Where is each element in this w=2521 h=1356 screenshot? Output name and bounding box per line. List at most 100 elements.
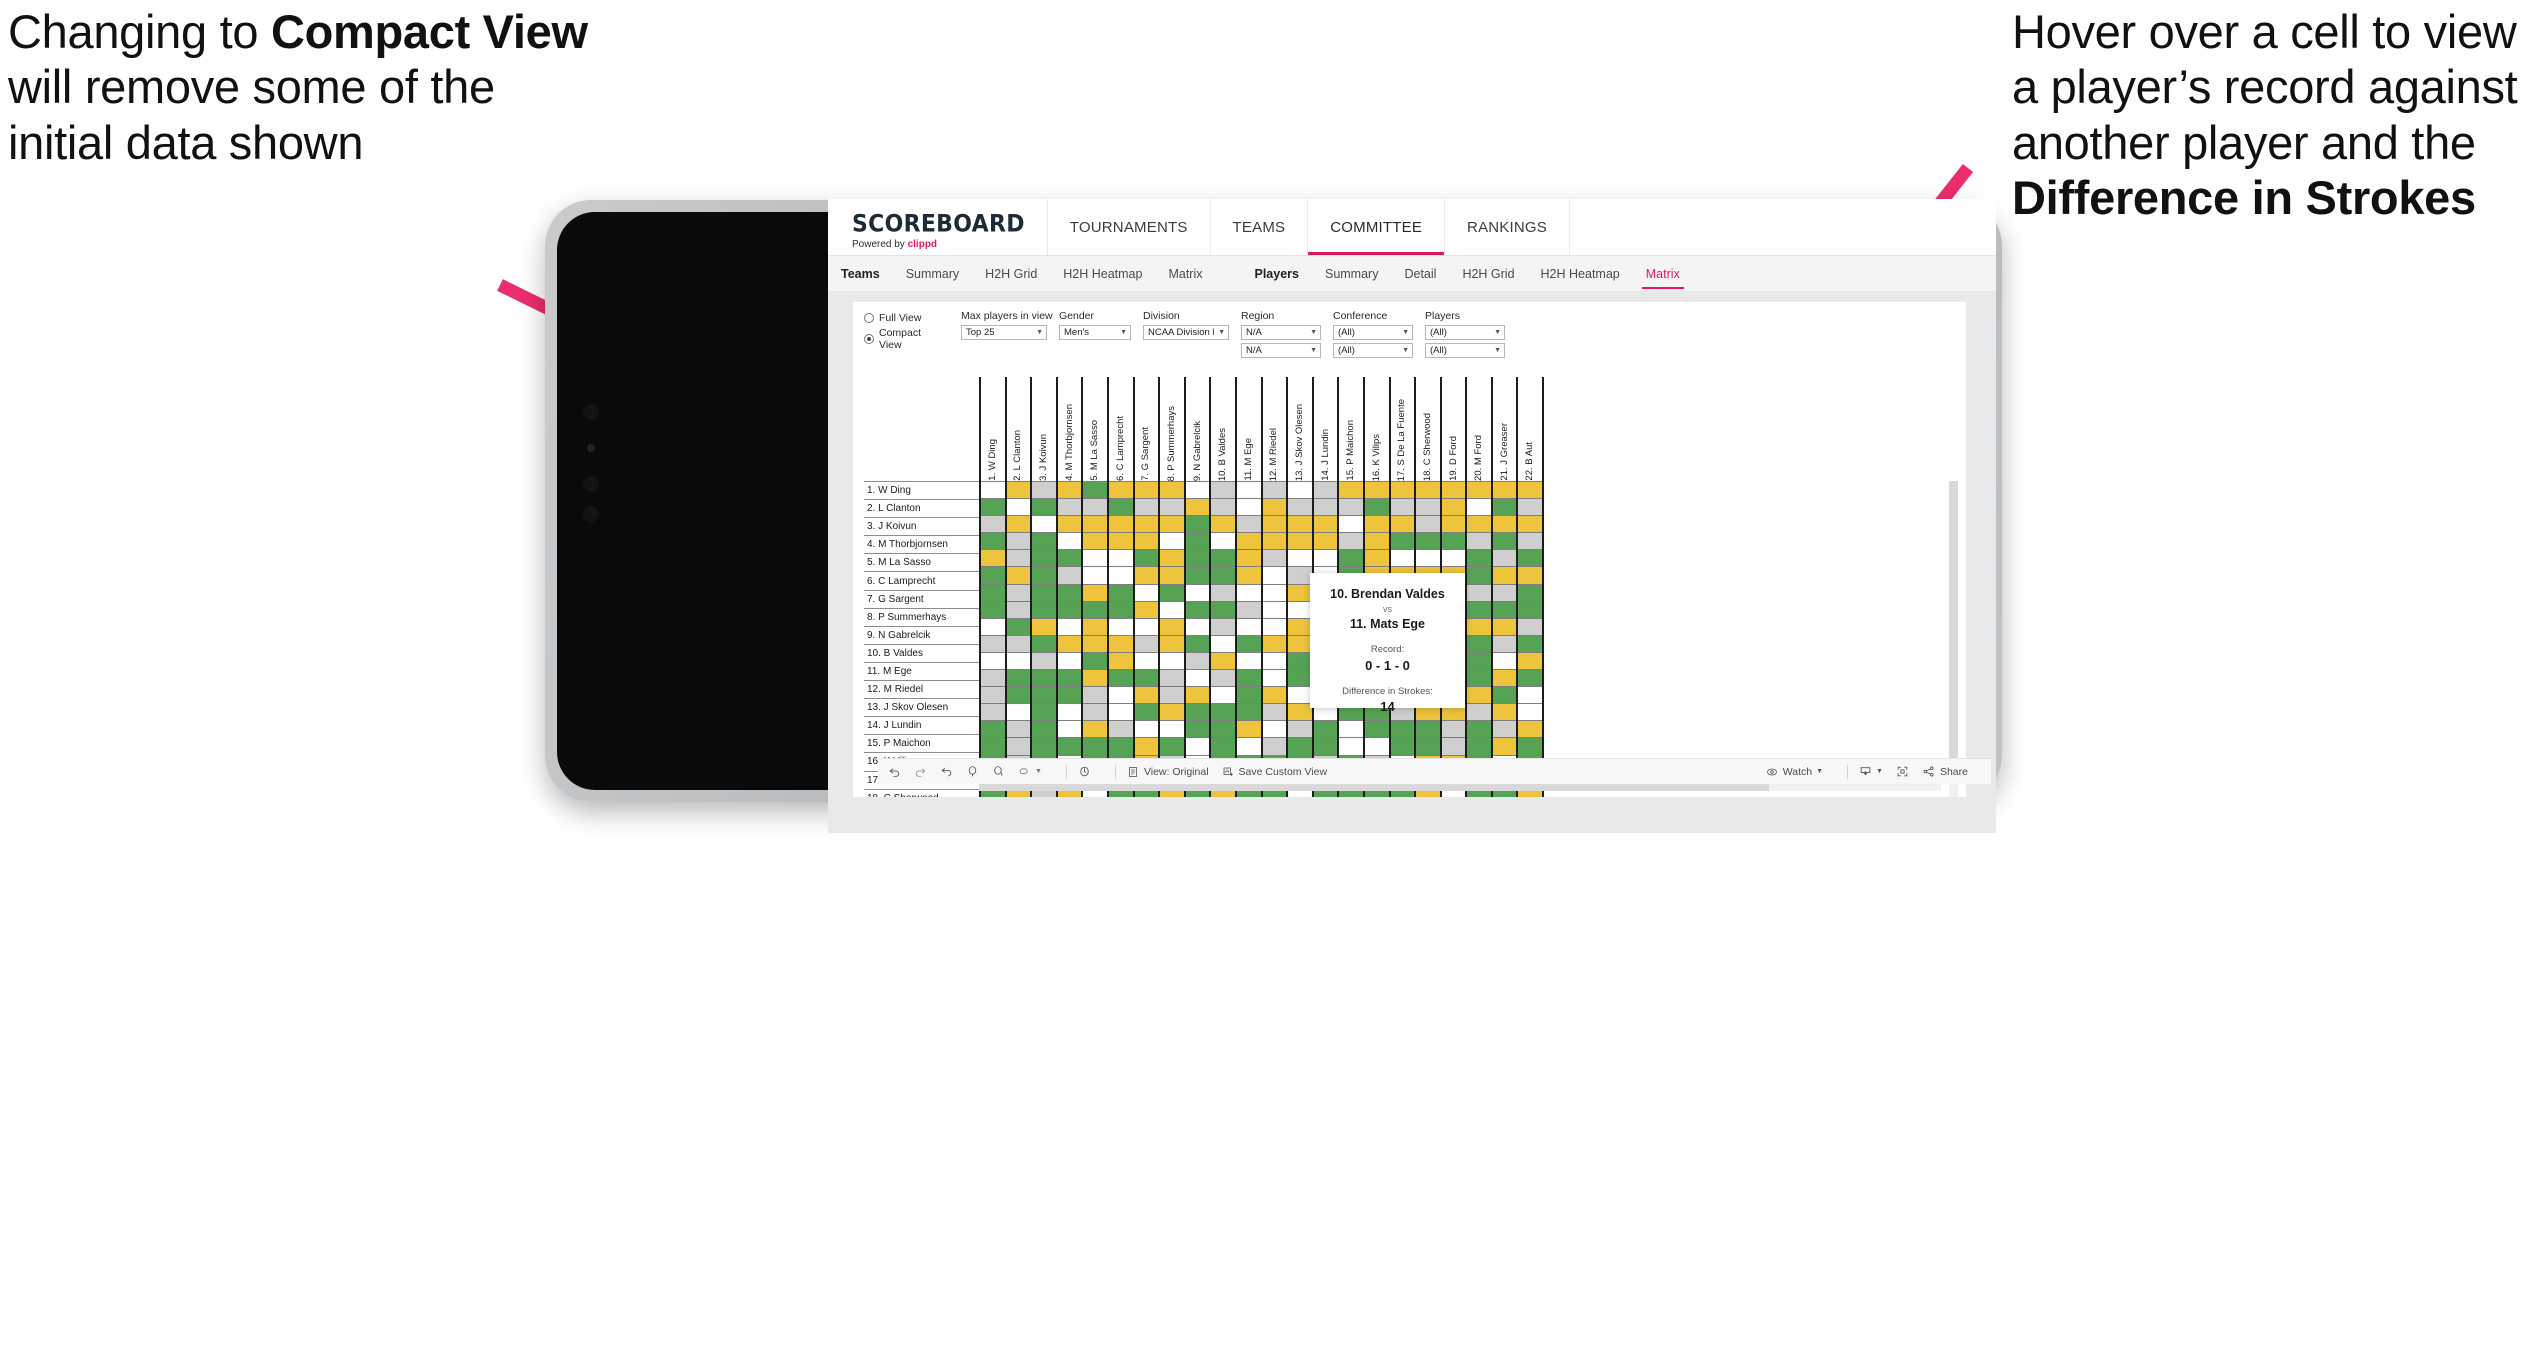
matrix-cell[interactable]	[1032, 566, 1056, 585]
matrix-cell[interactable]	[1288, 634, 1312, 653]
matrix-cell[interactable]	[1313, 737, 1338, 756]
matrix-cell[interactable]	[1467, 549, 1491, 568]
matrix-cell[interactable]	[1185, 481, 1210, 500]
matrix-cell[interactable]	[1236, 651, 1261, 671]
matrix-cell[interactable]	[1032, 532, 1056, 551]
matrix-cell[interactable]	[1108, 617, 1133, 636]
matrix-cell[interactable]	[1032, 703, 1056, 722]
matrix-cell[interactable]	[1236, 634, 1261, 653]
matrix-cell[interactable]	[1134, 549, 1159, 568]
matrix-cell[interactable]	[1211, 737, 1235, 756]
matrix-cell[interactable]	[1108, 481, 1133, 500]
matrix-cell[interactable]	[1160, 566, 1184, 585]
matrix-cell[interactable]	[1134, 651, 1159, 671]
matrix-cell[interactable]	[1057, 634, 1082, 653]
matrix-cell[interactable]	[1006, 532, 1031, 551]
matrix-cell[interactable]	[1108, 686, 1133, 705]
matrix-cell[interactable]	[1492, 481, 1517, 500]
matrix-cell[interactable]	[1006, 498, 1031, 517]
matrix-cell[interactable]	[1492, 720, 1517, 739]
matrix-cell[interactable]	[1262, 600, 1287, 619]
matrix-cell[interactable]	[1236, 532, 1261, 551]
matrix-cell[interactable]	[981, 720, 1005, 739]
matrix-cell[interactable]	[1006, 703, 1031, 722]
matrix-cell[interactable]	[1518, 686, 1543, 705]
matrix-cell[interactable]	[1288, 583, 1312, 602]
matrix-cell[interactable]	[1492, 634, 1517, 653]
matrix-cell[interactable]	[1160, 600, 1184, 619]
matrix-cell[interactable]	[1211, 498, 1235, 517]
matrix-cell[interactable]	[1492, 737, 1517, 756]
matrix-cell[interactable]	[981, 686, 1005, 705]
matrix-cell[interactable]	[1313, 549, 1338, 568]
matrix-cell[interactable]	[1211, 720, 1235, 739]
matrix-cell[interactable]	[1108, 720, 1133, 739]
matrix-cell[interactable]	[981, 583, 1005, 602]
matrix-cell[interactable]	[1364, 498, 1389, 517]
matrix-cell[interactable]	[1057, 515, 1082, 534]
matrix-cell[interactable]	[1364, 720, 1389, 739]
download-button[interactable]: ▼	[1859, 765, 1883, 778]
matrix-cell[interactable]	[1390, 481, 1415, 500]
matrix-cell[interactable]	[1032, 549, 1056, 568]
subtab-players-summary[interactable]: Summary	[1312, 256, 1391, 292]
filter-players-select-2[interactable]: (All) ▼	[1425, 343, 1505, 358]
nav-tab-committee[interactable]: COMMITTEE	[1308, 199, 1446, 255]
matrix-cell[interactable]	[1032, 617, 1056, 636]
matrix-cell[interactable]	[1313, 481, 1338, 500]
save-custom-view-button[interactable]: Save Custom View	[1222, 766, 1327, 778]
matrix-cell[interactable]	[1185, 669, 1210, 688]
matrix-cell[interactable]	[1262, 634, 1287, 653]
matrix-cell[interactable]	[1441, 737, 1466, 756]
matrix-cell[interactable]	[1518, 634, 1543, 653]
matrix-cell[interactable]	[1006, 583, 1031, 602]
matrix-cell[interactable]	[1313, 515, 1338, 534]
matrix-cell[interactable]	[1108, 583, 1133, 602]
matrix-cell[interactable]	[1441, 498, 1466, 517]
matrix-cell[interactable]	[1288, 566, 1312, 585]
matrix-cell[interactable]	[1288, 651, 1312, 671]
matrix-cell[interactable]	[1185, 737, 1210, 756]
matrix-cell[interactable]	[1083, 566, 1107, 585]
matrix-cell[interactable]	[1185, 498, 1210, 517]
matrix-cell[interactable]	[1032, 720, 1056, 739]
matrix-cell[interactable]	[1236, 481, 1261, 500]
matrix-cell[interactable]	[1057, 720, 1082, 739]
matrix-cell[interactable]	[1236, 720, 1261, 739]
matrix-cell[interactable]	[1057, 583, 1082, 602]
matrix-cell[interactable]	[1083, 634, 1107, 653]
matrix-cell[interactable]	[1492, 549, 1517, 568]
matrix-cell[interactable]	[1492, 498, 1517, 517]
filter-gender-select[interactable]: Men's ▼	[1059, 325, 1131, 340]
matrix-cell[interactable]	[981, 566, 1005, 585]
matrix-cell[interactable]	[1467, 498, 1491, 517]
matrix-cell[interactable]	[1057, 600, 1082, 619]
matrix-cell[interactable]	[1083, 498, 1107, 517]
matrix-cell[interactable]	[1364, 481, 1389, 500]
matrix-cell[interactable]	[1083, 720, 1107, 739]
matrix-cell[interactable]	[1313, 532, 1338, 551]
matrix-cell[interactable]	[1083, 617, 1107, 636]
matrix-cell[interactable]	[1032, 737, 1056, 756]
matrix-cell[interactable]	[1185, 532, 1210, 551]
subtab-players-h2h-grid[interactable]: H2H Grid	[1449, 256, 1527, 292]
nav-tab-tournaments[interactable]: TOURNAMENTS	[1048, 199, 1211, 255]
matrix-cell[interactable]	[1134, 498, 1159, 517]
matrix-cell[interactable]	[1467, 669, 1491, 688]
radio-compact-view[interactable]: Compact View	[864, 327, 946, 351]
matrix-cell[interactable]	[1083, 651, 1107, 671]
matrix-cell[interactable]	[1492, 583, 1517, 602]
matrix-cell[interactable]	[1441, 720, 1466, 739]
matrix-cell[interactable]	[1262, 651, 1287, 671]
matrix-cell[interactable]	[1288, 669, 1312, 688]
matrix-cell[interactable]	[1160, 686, 1184, 705]
alerts-button[interactable]	[1078, 765, 1091, 778]
matrix-cell[interactable]	[981, 498, 1005, 517]
matrix-cell[interactable]	[1134, 566, 1159, 585]
matrix-cell[interactable]	[1339, 481, 1363, 500]
matrix-cell[interactable]	[1390, 498, 1415, 517]
matrix-cell[interactable]	[1083, 669, 1107, 688]
matrix-cell[interactable]	[1032, 634, 1056, 653]
matrix-cell[interactable]	[1518, 498, 1543, 517]
matrix-cell[interactable]	[981, 634, 1005, 653]
